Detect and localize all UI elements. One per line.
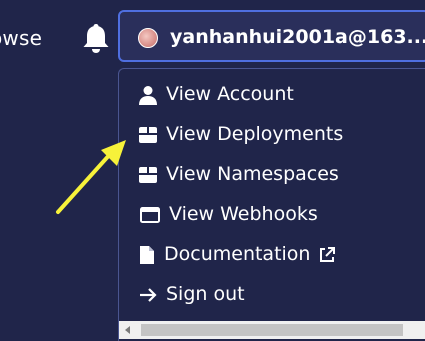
arrow-right-icon: [140, 288, 157, 302]
menu-item-view-webhooks[interactable]: View Webhooks: [119, 197, 419, 233]
external-link-icon: [320, 247, 335, 262]
menu-item-view-account[interactable]: View Account: [119, 77, 419, 113]
account-dropdown-menu: View Account View Deployments View Names…: [118, 68, 425, 341]
horizontal-scrollbar[interactable]: [119, 321, 425, 339]
avatar: [138, 28, 158, 48]
menu-item-label: View Deployments: [166, 123, 344, 145]
bell-icon[interactable]: [82, 22, 110, 54]
menu-item-label: View Webhooks: [169, 203, 318, 225]
user-icon: [139, 86, 157, 105]
top-navbar: owse yanhanhui2001a@163....: [0, 0, 425, 68]
menu-item-label: View Account: [166, 83, 294, 105]
nav-link-browse[interactable]: owse: [0, 26, 42, 50]
menu-item-view-deployments[interactable]: View Deployments: [119, 117, 419, 153]
scroll-left-icon[interactable]: [125, 326, 130, 334]
box-icon: [139, 167, 157, 183]
menu-item-documentation[interactable]: Documentation: [119, 237, 419, 273]
menu-item-label: View Namespaces: [166, 163, 339, 185]
document-icon: [140, 246, 154, 264]
account-menu-button[interactable]: yanhanhui2001a@163....: [118, 10, 425, 62]
box-icon: [139, 127, 157, 143]
menu-item-label: Sign out: [166, 283, 245, 305]
menu-item-sign-out[interactable]: Sign out: [119, 277, 419, 313]
menu-item-view-namespaces[interactable]: View Namespaces: [119, 157, 419, 193]
account-email: yanhanhui2001a@163....: [170, 26, 425, 48]
scrollbar-thumb[interactable]: [141, 324, 403, 336]
window-icon: [140, 207, 160, 223]
menu-item-label: Documentation: [164, 243, 311, 265]
